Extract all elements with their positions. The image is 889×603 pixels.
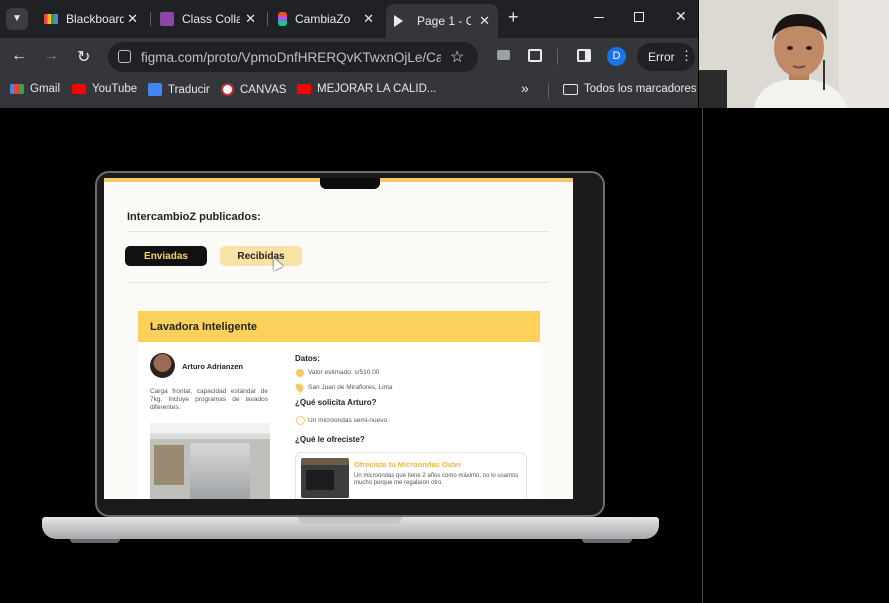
profile-avatar[interactable]: D xyxy=(607,47,626,66)
tab-title: Class Colla xyxy=(182,12,240,26)
figma-icon xyxy=(278,12,287,26)
section-title: IntercambioZ publicados: xyxy=(127,211,261,223)
requests-label: ¿Qué solicita Arturo? xyxy=(295,398,377,407)
maximize-icon[interactable] xyxy=(634,12,644,22)
site-info-icon[interactable] xyxy=(118,50,131,63)
more-bookmarks-icon[interactable]: » xyxy=(521,80,529,96)
toolbar: ← → ↻ figma.com/proto/VpmoDnfHRERQvKTwxn… xyxy=(0,38,698,76)
data-label: Datos: xyxy=(295,354,320,363)
offer-card[interactable]: Ofreciste tu Microondas Oster Un microon… xyxy=(295,452,527,499)
error-button[interactable]: Error ⋮ xyxy=(637,43,695,71)
owner-name: Arturo Adrianzen xyxy=(182,362,243,371)
shelf-image xyxy=(154,445,184,485)
youtube-icon xyxy=(72,84,86,94)
exchange-card: Arturo Adrianzen Carga frontal, capacida… xyxy=(138,342,540,499)
more-icon[interactable]: ⋮ xyxy=(680,48,693,64)
star-icon[interactable]: ☆ xyxy=(450,47,464,67)
address-bar[interactable]: figma.com/proto/VpmoDnfHRERQvKTwxnOjLe/C… xyxy=(108,42,478,72)
bookmark-label: MEJORAR LA CALID... xyxy=(317,83,437,95)
tab-title: Blackboard xyxy=(66,12,124,26)
class-collab-icon xyxy=(160,12,174,26)
video-divider xyxy=(702,108,703,603)
side-panel-icon[interactable] xyxy=(577,49,591,62)
bookmark-label: Traducir xyxy=(168,83,210,96)
close-icon[interactable]: ✕ xyxy=(479,13,490,29)
toolbar-divider xyxy=(557,49,558,65)
url-text[interactable]: figma.com/proto/VpmoDnfHRERQvKTwxnOjLe/C… xyxy=(141,50,441,65)
avatar xyxy=(150,353,175,378)
bookmark-youtube[interactable]: YouTube xyxy=(72,83,137,95)
laptop-foot-left xyxy=(70,539,120,543)
request-item: Un microondas semi-nuevo. xyxy=(308,417,389,424)
tabs-divider xyxy=(127,282,549,283)
reload-icon[interactable]: ↻ xyxy=(77,47,90,67)
product-description: Carga frontal, capacidad estándar de 7kg… xyxy=(150,388,268,411)
canvas-icon xyxy=(221,83,234,96)
tab-separator xyxy=(267,12,268,26)
tab-separator xyxy=(150,12,151,26)
all-bookmarks-text: Todos los marcadores xyxy=(584,83,697,95)
microwave-window xyxy=(306,470,334,490)
youtube-icon xyxy=(297,84,311,94)
minimize-icon[interactable] xyxy=(594,17,604,18)
tab-enviadas[interactable]: Enviadas xyxy=(125,246,207,266)
bookmark-traducir[interactable]: Traducir xyxy=(148,83,210,96)
bookmark-label: Gmail xyxy=(30,83,61,95)
tab-blackboard[interactable]: Blackboard ✕ xyxy=(36,6,146,32)
close-icon[interactable]: ✕ xyxy=(127,11,138,27)
laptop-foot-right xyxy=(582,539,632,543)
estimated-value: Valor estimado: s/510.00 xyxy=(308,369,380,376)
forward-icon[interactable]: → xyxy=(43,47,59,65)
tab-page-1[interactable]: Page 1 - C ✕ xyxy=(386,4,498,38)
tab-search-button[interactable]: ▼ xyxy=(6,8,28,30)
all-bookmarks[interactable]: Todos los marcadores xyxy=(563,83,697,95)
error-label: Error xyxy=(648,50,675,64)
title-divider xyxy=(127,231,549,232)
tab-class-collab[interactable]: Class Colla ✕ xyxy=(154,6,264,32)
product-title: Lavadora Inteligente xyxy=(150,321,257,333)
bookmark-label: CANVAS xyxy=(240,83,287,96)
gmail-icon xyxy=(10,84,24,94)
translate-icon xyxy=(148,83,162,96)
bookmark-mejorar[interactable]: MEJORAR LA CALID... xyxy=(297,83,437,95)
tab-cambiazo[interactable]: CambiaZo ✕ xyxy=(272,6,382,32)
microwave-image xyxy=(301,458,349,498)
laptop-groove xyxy=(298,517,402,524)
extensions-icon[interactable] xyxy=(528,49,542,62)
card-header: Lavadora Inteligente xyxy=(138,311,540,342)
browser-window: ▼ Blackboard ✕ Class Colla ✕ CambiaZo ✕ … xyxy=(0,0,698,108)
window-close-icon[interactable]: ✕ xyxy=(675,8,687,25)
bookmark-label: YouTube xyxy=(92,83,138,95)
offer-description: Un microondas que tiene 2 años como máxi… xyxy=(354,473,519,486)
bookmarks-bar: Gmail YouTube Traducir CANVAS MEJORAR LA… xyxy=(0,76,698,106)
bookmarks-divider xyxy=(548,83,549,99)
webcam-person-image xyxy=(699,0,889,108)
close-icon[interactable]: ✕ xyxy=(245,11,256,27)
camera-notch xyxy=(320,178,380,189)
tab-recibidas[interactable]: Recibidas xyxy=(220,246,302,266)
folder-icon xyxy=(563,83,578,95)
back-icon[interactable]: ← xyxy=(11,47,27,65)
bookmark-canvas[interactable]: CANVAS xyxy=(221,83,286,96)
media-icon[interactable] xyxy=(497,50,510,60)
product-image xyxy=(150,423,270,499)
play-icon xyxy=(394,15,403,27)
tab-strip: ▼ Blackboard ✕ Class Colla ✕ CambiaZo ✕ … xyxy=(0,0,698,38)
new-tab-button[interactable]: + xyxy=(508,7,519,28)
offer-title: Ofreciste tu Microondas Oster xyxy=(354,460,462,469)
location-pin-icon xyxy=(293,381,306,394)
washing-machine-image xyxy=(190,443,250,499)
offered-label: ¿Qué le ofreciste? xyxy=(295,435,365,444)
location: San Juan de Miraflores, Lima xyxy=(308,384,393,391)
tab-title: CambiaZo xyxy=(295,12,351,26)
close-icon[interactable]: ✕ xyxy=(363,11,374,27)
bookmark-gmail[interactable]: Gmail xyxy=(10,83,60,95)
coin-icon xyxy=(296,369,304,377)
blackboard-icon xyxy=(44,14,58,24)
prototype-screen: IntercambioZ publicados: Enviadas Recibi… xyxy=(104,178,573,499)
webcam-feed xyxy=(699,0,889,108)
check-icon xyxy=(296,416,305,425)
tab-title: Page 1 - C xyxy=(417,14,471,28)
